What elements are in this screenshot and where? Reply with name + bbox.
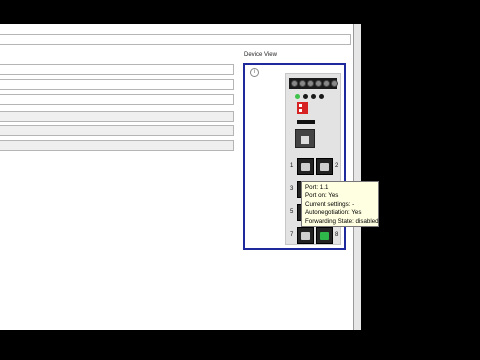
- label-bar: [297, 120, 315, 124]
- status-led: [311, 94, 316, 99]
- ethernet-port[interactable]: [316, 227, 333, 244]
- setting-field-6: [0, 140, 234, 151]
- tooltip-port: Port: 1.1: [305, 184, 329, 191]
- window-edge: [353, 24, 361, 330]
- port-number-label: 8: [335, 232, 339, 238]
- management-port[interactable]: [295, 129, 315, 148]
- status-led: [319, 94, 324, 99]
- device-view-title: Device View: [244, 52, 277, 58]
- port-tooltip: Port: 1.1 Port on: Yes Current settings:…: [301, 181, 379, 227]
- ethernet-port[interactable]: [316, 158, 333, 175]
- terminal-block: [289, 78, 338, 89]
- port-number-label: 7: [290, 232, 294, 238]
- tooltip-forwarding-state: Forwarding State: disabled: [305, 217, 379, 225]
- port-number-label: 5: [290, 209, 294, 215]
- tooltip-autonegotiation: Autonegotiation: Yes: [305, 209, 362, 217]
- ethernet-port[interactable]: [297, 158, 314, 175]
- port-number-label: 2: [335, 163, 339, 169]
- status-led: [303, 94, 308, 99]
- setting-field-1[interactable]: [0, 64, 234, 75]
- tooltip-port-on: Port on: Yes: [305, 192, 339, 200]
- setting-field-4: [0, 111, 234, 122]
- dip-switch: [297, 102, 308, 114]
- ethernet-port[interactable]: [297, 227, 314, 244]
- top-input-field[interactable]: [0, 34, 351, 45]
- info-icon[interactable]: i: [250, 68, 259, 77]
- status-led: [295, 94, 300, 99]
- port-number-label: 1: [290, 163, 294, 169]
- port-number-label: 3: [290, 186, 294, 192]
- setting-field-2[interactable]: [0, 79, 234, 90]
- setting-field-5: [0, 125, 234, 136]
- setting-field-3[interactable]: [0, 94, 234, 105]
- tooltip-current-settings: Current settings: -: [305, 200, 355, 208]
